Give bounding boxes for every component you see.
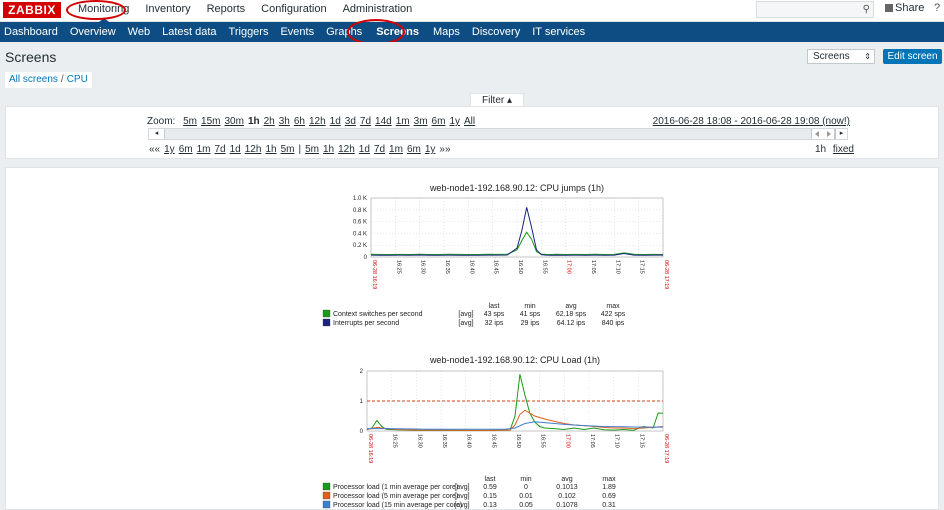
select-arrows-icon: ⇕ bbox=[864, 52, 871, 61]
screen-content bbox=[5, 167, 939, 510]
nav-forward-4[interactable]: 7d bbox=[374, 144, 385, 155]
main-menu: Monitoring Inventory Reports Configurati… bbox=[70, 0, 420, 22]
menu-reports[interactable]: Reports bbox=[199, 0, 254, 22]
nav-back-8[interactable]: 5m bbox=[281, 144, 295, 155]
breadcrumb-separator: / bbox=[60, 74, 64, 85]
zoom-option-5[interactable]: 3h bbox=[279, 116, 290, 127]
zoom-option-13[interactable]: 3m bbox=[414, 116, 428, 127]
subnav-events[interactable]: Events bbox=[274, 22, 320, 42]
menu-configuration[interactable]: Configuration bbox=[253, 0, 334, 22]
share-label: Share bbox=[895, 2, 925, 14]
breadcrumb-current[interactable]: CPU bbox=[67, 74, 88, 85]
help-link[interactable]: ? bbox=[934, 2, 940, 14]
zoom-option-16[interactable]: All bbox=[464, 116, 475, 127]
nav-back-4[interactable]: 7d bbox=[215, 144, 226, 155]
nav-back-6[interactable]: 12h bbox=[245, 144, 262, 155]
nav-forward-5[interactable]: 1m bbox=[389, 144, 403, 155]
zoom-option-10[interactable]: 7d bbox=[360, 116, 371, 127]
filter-toggle[interactable]: Filter ▴ bbox=[470, 93, 524, 107]
fixed-toggle[interactable]: fixed bbox=[833, 144, 854, 155]
menu-inventory[interactable]: Inventory bbox=[137, 0, 198, 22]
scroll-handle[interactable] bbox=[811, 129, 835, 139]
nav-forward-1[interactable]: 1h bbox=[323, 144, 334, 155]
zoom-option-15[interactable]: 1y bbox=[449, 116, 460, 127]
time-navigation: «« 1y 6m 1m 7d 1d 12h 1h 5m | 5m 1h 12h 1d 7d 1m 6m 1y»» bbox=[147, 144, 453, 155]
zoom-option-14[interactable]: 6m bbox=[432, 116, 446, 127]
subnav-maps[interactable]: Maps bbox=[427, 22, 466, 42]
search-input[interactable] bbox=[757, 2, 857, 17]
scroll-left-arrow-icon[interactable]: ◂ bbox=[149, 129, 165, 139]
nav-back-7[interactable]: 1h bbox=[265, 144, 276, 155]
share-icon bbox=[885, 4, 893, 12]
nav-forward-0[interactable]: 5m bbox=[305, 144, 319, 155]
zoom-option-9[interactable]: 3d bbox=[345, 116, 356, 127]
zoom-option-12[interactable]: 1m bbox=[396, 116, 410, 127]
nav-forward-3[interactable]: 1d bbox=[359, 144, 370, 155]
subnav-dashboard[interactable]: Dashboard bbox=[0, 22, 64, 42]
global-search[interactable]: ⚲ bbox=[756, 1, 874, 18]
zoom-option-6[interactable]: 6h bbox=[294, 116, 305, 127]
zoom-option-1[interactable]: 15m bbox=[201, 116, 220, 127]
nav-back-3[interactable]: 1m bbox=[197, 144, 211, 155]
subnav-it-services[interactable]: IT services bbox=[526, 22, 591, 42]
zoom-option-0[interactable]: 5m bbox=[183, 116, 197, 127]
screen-type-select[interactable]: Screens ⇕ bbox=[807, 49, 875, 64]
timeline-scrollbar[interactable]: ◂ ▸ bbox=[148, 128, 848, 140]
nav-separator: | bbox=[298, 144, 302, 155]
nav-forward-2[interactable]: 12h bbox=[338, 144, 355, 155]
screen-select-value: Screens bbox=[813, 51, 850, 62]
scroll-right-arrow-icon[interactable]: ▸ bbox=[835, 129, 847, 139]
nav-forward-6[interactable]: 6m bbox=[407, 144, 421, 155]
subnav-discovery[interactable]: Discovery bbox=[466, 22, 526, 42]
zoom-controls: Zoom: 5m 15m 30m 1h 2h 3h 6h 12h 1d 3d 7d 14d 1m 3m 6m… bbox=[147, 116, 477, 127]
subnav-overview[interactable]: Overview bbox=[64, 22, 122, 42]
nav-forward-8[interactable]: »» bbox=[439, 144, 450, 155]
menu-monitoring[interactable]: Monitoring bbox=[70, 0, 137, 22]
zoom-label: Zoom: bbox=[147, 116, 176, 127]
nav-back-2[interactable]: 6m bbox=[179, 144, 193, 155]
breadcrumb-all-screens[interactable]: All screens bbox=[9, 74, 58, 85]
subnav-web[interactable]: Web bbox=[122, 22, 156, 42]
zoom-option-2[interactable]: 30m bbox=[224, 116, 243, 127]
search-icon[interactable]: ⚲ bbox=[863, 4, 870, 15]
edit-screen-button[interactable]: Edit screen bbox=[883, 49, 942, 64]
zoom-option-4[interactable]: 2h bbox=[264, 116, 275, 127]
page-header: Screens bbox=[0, 42, 944, 70]
subnav-graphs[interactable]: Graphs bbox=[320, 22, 368, 42]
subnav-latest-data[interactable]: Latest data bbox=[156, 22, 222, 42]
page-title: Screens bbox=[5, 49, 57, 65]
top-bar: ZABBIX Monitoring Inventory Reports Conf… bbox=[0, 0, 944, 22]
period-value[interactable]: 1h bbox=[815, 144, 826, 155]
zoom-option-8[interactable]: 1d bbox=[330, 116, 341, 127]
time-range-text: 2016-06-28 18:08 - 2016-06-28 19:08 (now… bbox=[652, 116, 850, 127]
sub-menu: Dashboard Overview Web Latest data Trigg… bbox=[0, 22, 944, 42]
subnav-screens[interactable]: Screens bbox=[368, 22, 427, 42]
nav-back-0[interactable]: «« bbox=[149, 144, 160, 155]
breadcrumb: All screens / CPU bbox=[5, 72, 92, 88]
nav-forward-7[interactable]: 1y bbox=[425, 144, 436, 155]
zabbix-logo[interactable]: ZABBIX bbox=[3, 2, 61, 18]
zoom-option-3[interactable]: 1h bbox=[248, 116, 260, 127]
period-controls: 1h fixed bbox=[811, 144, 854, 155]
menu-administration[interactable]: Administration bbox=[335, 0, 421, 22]
zoom-option-11[interactable]: 14d bbox=[375, 116, 392, 127]
subnav-triggers[interactable]: Triggers bbox=[223, 22, 275, 42]
nav-back-1[interactable]: 1y bbox=[164, 144, 175, 155]
nav-back-5[interactable]: 1d bbox=[230, 144, 241, 155]
share-link[interactable]: Share bbox=[885, 2, 924, 14]
zoom-option-7[interactable]: 12h bbox=[309, 116, 326, 127]
